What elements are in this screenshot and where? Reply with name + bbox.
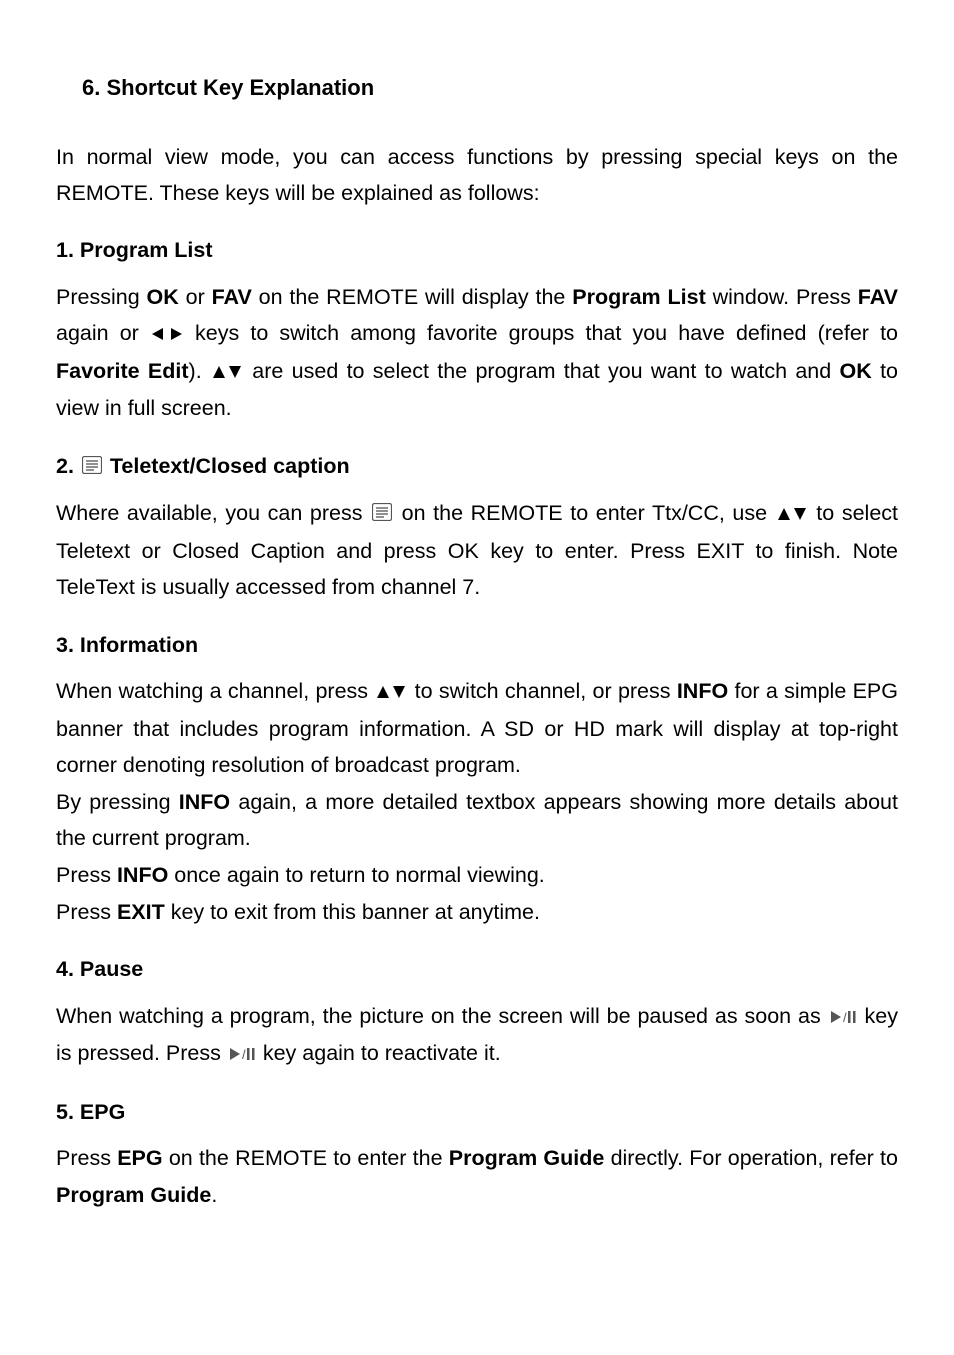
text: directly. For operation, refer to bbox=[604, 1146, 898, 1170]
epg-label: EPG bbox=[117, 1146, 162, 1170]
favorite-edit-label: Favorite Edit bbox=[56, 359, 189, 383]
text: on the REMOTE will display the bbox=[252, 285, 572, 309]
text: on the REMOTE to enter the bbox=[163, 1146, 449, 1170]
teletext-icon bbox=[372, 496, 392, 533]
text: to switch channel, or press bbox=[408, 679, 676, 703]
section-5-title: 5. EPG bbox=[56, 1095, 898, 1130]
text: By pressing bbox=[56, 790, 179, 814]
text: key again to reactivate it. bbox=[257, 1041, 501, 1065]
section-3-title: 3. Information bbox=[56, 628, 898, 663]
fav-label: FAV bbox=[212, 285, 252, 309]
up-down-arrow-icon bbox=[777, 496, 807, 533]
program-guide-label: Program Guide bbox=[56, 1183, 211, 1207]
text: on the REMOTE to enter Ttx/CC, use bbox=[394, 501, 775, 525]
text: Press bbox=[56, 900, 117, 924]
program-list-label: Program List bbox=[572, 285, 706, 309]
ok-label: OK bbox=[840, 359, 872, 383]
up-down-arrow-icon bbox=[376, 674, 406, 711]
text: . bbox=[211, 1183, 217, 1207]
text: keys to switch among favorite groups tha… bbox=[184, 321, 898, 345]
text: Pressing bbox=[56, 285, 147, 309]
section-1-body: Pressing OK or FAV on the REMOTE will di… bbox=[56, 279, 898, 427]
text: Press bbox=[56, 863, 117, 887]
info-label: INFO bbox=[677, 679, 728, 703]
teletext-icon bbox=[82, 450, 102, 485]
section-2-body: Where available, you can press on the RE… bbox=[56, 495, 898, 606]
up-down-arrow-icon bbox=[212, 354, 242, 391]
svg-text:/: / bbox=[242, 1047, 246, 1061]
svg-text:/: / bbox=[843, 1010, 847, 1024]
section-3-body: When watching a channel, press to switch… bbox=[56, 673, 898, 930]
play-pause-icon: / bbox=[830, 999, 856, 1036]
text: or bbox=[179, 285, 212, 309]
section-1-title: 1. Program List bbox=[56, 233, 898, 268]
section-4-title: 4. Pause bbox=[56, 952, 898, 987]
section-2-title-text: Teletext/Closed caption bbox=[104, 454, 350, 478]
section-5-body: Press EPG on the REMOTE to enter the Pro… bbox=[56, 1140, 898, 1213]
page-title: 6. Shortcut Key Explanation bbox=[82, 70, 898, 106]
program-guide-label: Program Guide bbox=[449, 1146, 605, 1170]
text: When watching a program, the picture on … bbox=[56, 1004, 828, 1028]
text: are used to select the program that you … bbox=[244, 359, 840, 383]
text: When watching a channel, press bbox=[56, 679, 374, 703]
play-pause-icon: / bbox=[229, 1036, 255, 1073]
fav-label: FAV bbox=[858, 285, 898, 309]
text: Press bbox=[56, 1146, 117, 1170]
exit-label: EXIT bbox=[117, 900, 165, 924]
left-right-arrow-icon bbox=[152, 316, 182, 353]
section-2-title: 2. Teletext/Closed caption bbox=[56, 449, 898, 485]
text: Where available, you can press bbox=[56, 501, 370, 525]
section-4-body: When watching a program, the picture on … bbox=[56, 998, 898, 1073]
text: window. Press bbox=[706, 285, 858, 309]
info-label: INFO bbox=[179, 790, 230, 814]
section-2-number: 2. bbox=[56, 454, 80, 478]
ok-label: OK bbox=[147, 285, 179, 309]
text: once again to return to normal viewing. bbox=[168, 863, 544, 887]
text: ). bbox=[189, 359, 210, 383]
text: again or bbox=[56, 321, 150, 345]
text: key to exit from this banner at anytime. bbox=[165, 900, 540, 924]
info-label: INFO bbox=[117, 863, 168, 887]
intro-paragraph: In normal view mode, you can access func… bbox=[56, 140, 898, 211]
